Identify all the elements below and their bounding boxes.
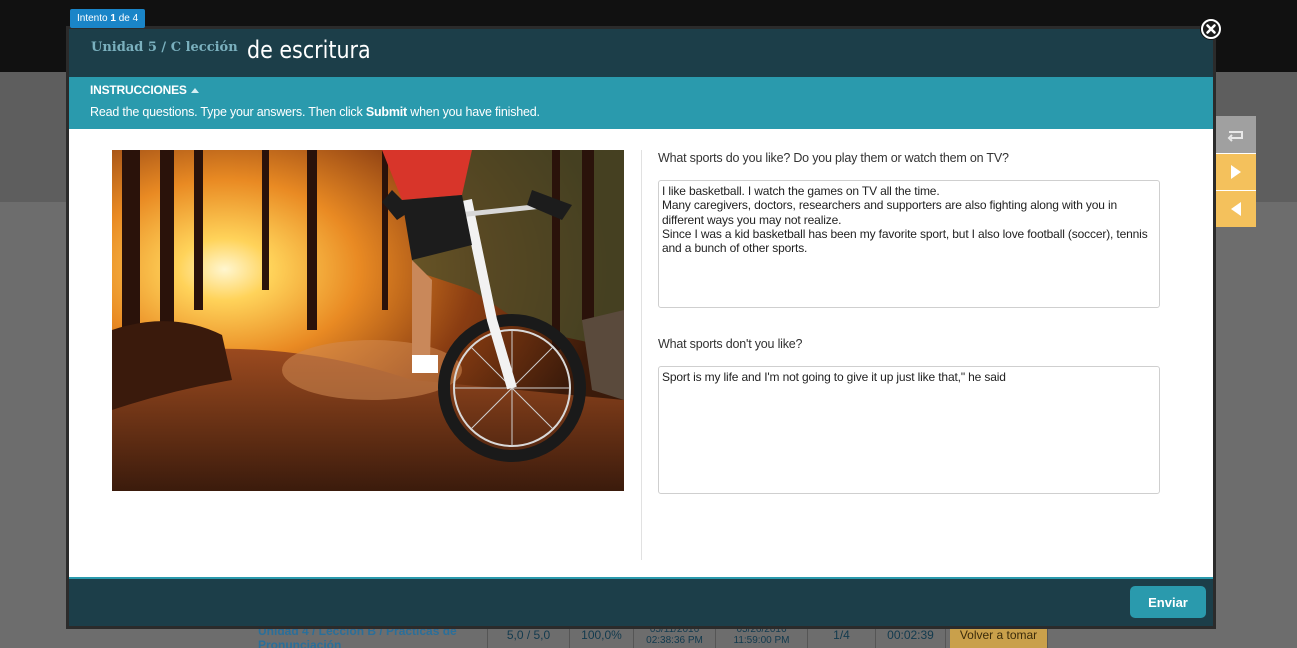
side-prev-button[interactable]	[1216, 190, 1256, 227]
question-2-answer-field[interactable]: Sport is my life and I'm not going to gi…	[658, 366, 1160, 494]
collapse-triangle-icon	[190, 87, 199, 93]
return-arrow-icon	[1227, 130, 1243, 142]
modal-footer: Enviar	[69, 579, 1213, 626]
instructions-toggle[interactable]: INSTRUCCIONES	[90, 83, 1192, 97]
question-1-prompt: What sports do you like? Do you play the…	[658, 151, 1009, 165]
instructions-text-bold: Submit	[365, 105, 407, 119]
instructions-panel: INSTRUCCIONES Read the questions. Type y…	[69, 77, 1213, 129]
side-navigation	[1216, 116, 1256, 227]
attempt-badge: Intento 1 de 4	[70, 9, 146, 28]
attempt-suffix: de 4	[118, 13, 139, 24]
question-2-prompt: What sports don't you like?	[658, 337, 803, 351]
close-circle-icon	[1200, 18, 1222, 40]
side-return-button[interactable]	[1216, 116, 1256, 153]
instructions-text: Read the questions. Type your answers. T…	[90, 105, 1192, 119]
question-1-answer-field[interactable]: I like basketball. I watch the games on …	[658, 180, 1160, 308]
question-block-1: What sports do you like? Do you play the…	[658, 151, 1160, 313]
question-block-2: What sports don't you like? Sport is my …	[658, 337, 1160, 499]
column-divider	[641, 150, 642, 560]
background-row-start-time: 02:38:36 PM	[646, 635, 703, 646]
instructions-label: INSTRUCCIONES	[90, 83, 187, 97]
mountain-biker-photo	[112, 150, 624, 491]
modal-header: Unidad 5 / C lección de escritura	[69, 29, 1213, 77]
attempt-current: 1	[110, 13, 116, 24]
play-left-icon	[1231, 202, 1241, 216]
instructions-text-end: when you have finished.	[406, 105, 540, 119]
attempt-prefix: Intento	[77, 13, 108, 24]
breadcrumb: Unidad 5 / C lección	[91, 40, 238, 55]
side-next-button[interactable]	[1216, 153, 1256, 190]
writing-lesson-modal: Unidad 5 / C lección de escritura INSTRU…	[66, 26, 1216, 629]
lesson-content: What sports do you like? Do you play the…	[69, 129, 1213, 577]
submit-button[interactable]: Enviar	[1130, 586, 1206, 618]
instructions-text-start: Read the questions. Type your answers. T…	[90, 105, 366, 119]
background-row-due-time: 11:59:00 PM	[733, 635, 790, 646]
page-title: de escritura	[247, 36, 371, 64]
play-right-icon	[1231, 165, 1241, 179]
close-button[interactable]	[1199, 17, 1223, 41]
